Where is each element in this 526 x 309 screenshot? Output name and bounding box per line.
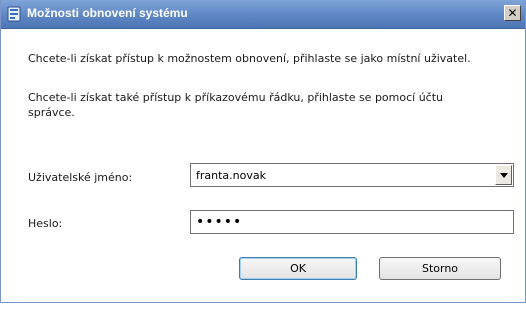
window-title: Možnosti obnovení systému [27,6,188,20]
info-text-admin: Chcete-li získat také přístup k příkazov… [28,91,444,119]
close-button[interactable]: ✕ [504,5,521,21]
password-label: Heslo: [28,217,63,230]
cancel-button[interactable]: Storno [379,257,501,280]
recovery-icon [7,6,21,22]
close-icon: ✕ [507,6,518,20]
dropdown-arrow-button[interactable] [495,165,512,185]
title-bar[interactable]: Možnosti obnovení systému ✕ [1,0,525,29]
password-value: ••••• [196,214,243,230]
password-field[interactable]: ••••• [190,210,514,234]
info-text-local-user: Chcete-li získat přístup k možnostem obn… [28,52,471,65]
username-value: franta.novak [196,169,266,182]
dialog-window: Možnosti obnovení systému ✕ Chcete-li zí… [0,0,526,303]
chevron-down-icon [499,172,508,178]
username-label: Uživatelské jméno: [28,171,133,184]
ok-button[interactable]: OK [239,257,357,280]
username-combobox[interactable]: franta.novak [190,163,514,187]
